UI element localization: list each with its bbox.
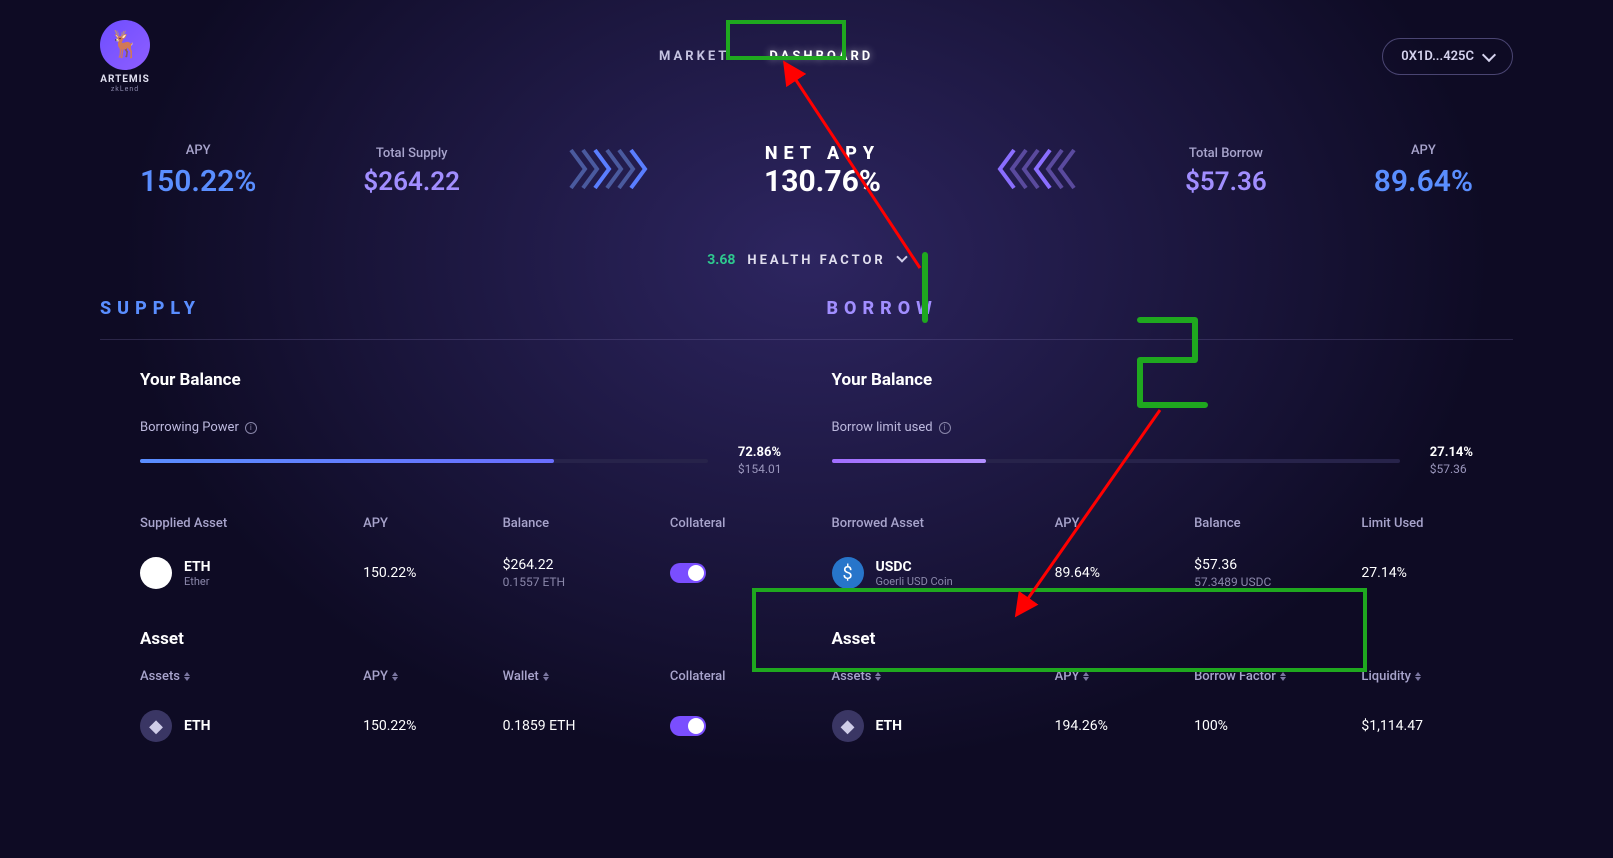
info-icon[interactable]: i	[245, 422, 257, 434]
nav-market[interactable]: MARKET	[659, 49, 729, 64]
table-row[interactable]: ◆ ETH 194.26% 100% $1,114.47	[832, 702, 1474, 750]
header: 🦌 ARTEMIS zkLend MARKET DASHBOARD 0X1D..…	[0, 0, 1613, 113]
wallet-button[interactable]: 0X1D...425C	[1382, 38, 1513, 75]
borrow-apy-stat: APY 89.64%	[1374, 143, 1473, 199]
eth-icon: ◆	[140, 710, 172, 742]
health-factor-toggle[interactable]: 3.68 HEALTH FACTOR	[0, 219, 1613, 288]
progress-stats: 72.86% $154.01	[738, 445, 782, 476]
stat-value: $264.22	[363, 167, 460, 197]
sort-icon	[184, 672, 190, 681]
balance-title: Your Balance	[832, 370, 1474, 390]
col-liq-sort[interactable]: Liquidity	[1361, 669, 1473, 684]
table-header: Supplied Asset APY Balance Collateral	[140, 516, 782, 531]
brand-name: ARTEMIS	[100, 74, 150, 85]
stat-label: Total Supply	[363, 146, 460, 161]
borrowing-power-label: Borrowing Power i	[140, 420, 782, 435]
progress-fill	[140, 459, 554, 463]
nav-dashboard[interactable]: DASHBOARD	[769, 49, 873, 64]
sort-icon	[1415, 672, 1421, 681]
brand-sub: zkLend	[111, 85, 139, 93]
health-label: HEALTH FACTOR	[747, 253, 885, 268]
borrowed-assets-table: Borrowed Asset APY Balance Limit Used $ …	[832, 516, 1474, 597]
wallet-address: 0X1D...425C	[1401, 49, 1474, 64]
collateral-toggle[interactable]	[670, 563, 706, 583]
chevrons-right-icon	[567, 146, 657, 196]
col-assets-sort[interactable]: Assets	[832, 669, 1055, 684]
sort-icon	[875, 672, 881, 681]
balance-title: Your Balance	[140, 370, 782, 390]
nav: MARKET DASHBOARD	[659, 49, 873, 64]
asset-title: Asset	[140, 629, 782, 649]
supply-panel: Your Balance Borrowing Power i 72.86% $1…	[140, 370, 782, 750]
total-borrow-stat: Total Borrow $57.36	[1185, 146, 1267, 197]
table-row[interactable]: ◆ ETH 150.22% 0.1859 ETH	[140, 702, 782, 750]
borrow-limit-bar: 27.14% $57.36	[832, 445, 1474, 476]
stat-label: APY	[1374, 143, 1473, 158]
eth-icon: ◆	[140, 557, 172, 589]
borrow-title: BORROW	[827, 298, 1514, 319]
col-wallet-sort[interactable]: Wallet	[503, 669, 670, 684]
net-apy-stat: NET APY 130.76%	[764, 143, 881, 199]
progress-track	[140, 459, 708, 463]
asset-table-header: Assets APY Wallet Collateral	[140, 669, 782, 684]
stat-value: 130.76%	[764, 164, 881, 199]
sort-icon	[392, 672, 398, 681]
borrow-panel: Your Balance Borrow limit used i 27.14% …	[832, 370, 1474, 750]
logo-icon: 🦌	[100, 20, 150, 70]
stat-label: NET APY	[764, 143, 881, 164]
sort-icon	[1083, 672, 1089, 681]
table-row[interactable]: $ USDC Goerli USD Coin 89.64% $57.36 57.…	[832, 549, 1474, 597]
table-header: Borrowed Asset APY Balance Limit Used	[832, 516, 1474, 531]
borrow-limit-label: Borrow limit used i	[832, 420, 1474, 435]
supply-apy-stat: APY 150.22%	[140, 143, 256, 199]
logo[interactable]: 🦌 ARTEMIS zkLend	[100, 20, 150, 93]
asset-table-header: Assets APY Borrow Factor Liquidity	[832, 669, 1474, 684]
sort-icon	[543, 672, 549, 681]
col-assets-sort[interactable]: Assets	[140, 669, 363, 684]
col-apy-sort[interactable]: APY	[363, 669, 502, 684]
total-supply-stat: Total Supply $264.22	[363, 146, 460, 197]
divider	[100, 339, 1513, 340]
stat-label: APY	[140, 143, 256, 158]
col-bf-sort[interactable]: Borrow Factor	[1194, 669, 1361, 684]
stat-value: 150.22%	[140, 164, 256, 199]
borrowing-power-bar: 72.86% $154.01	[140, 445, 782, 476]
info-icon[interactable]: i	[939, 422, 951, 434]
col-apy-sort[interactable]: APY	[1055, 669, 1194, 684]
table-row[interactable]: ◆ ETH Ether 150.22% $264.22 0.1557 ETH	[140, 549, 782, 597]
asset-title: Asset	[832, 629, 1474, 649]
collateral-toggle[interactable]	[670, 716, 706, 736]
progress-track	[832, 459, 1400, 463]
stat-label: Total Borrow	[1185, 146, 1267, 161]
chevron-down-icon	[896, 251, 907, 262]
progress-fill	[832, 459, 986, 463]
stat-value: 89.64%	[1374, 164, 1473, 199]
stat-value: $57.36	[1185, 167, 1267, 197]
usdc-icon: $	[832, 557, 864, 589]
progress-stats: 27.14% $57.36	[1430, 445, 1473, 476]
eth-icon: ◆	[832, 710, 864, 742]
chevrons-left-icon	[988, 146, 1078, 196]
sort-icon	[1280, 672, 1286, 681]
stats-row: APY 150.22% Total Supply $264.22 NET APY…	[0, 113, 1613, 219]
health-value: 3.68	[707, 252, 735, 268]
section-titles: SUPPLY BORROW	[0, 288, 1613, 329]
chevron-down-icon	[1482, 47, 1496, 61]
supply-title: SUPPLY	[100, 298, 787, 319]
supplied-assets-table: Supplied Asset APY Balance Collateral ◆ …	[140, 516, 782, 597]
